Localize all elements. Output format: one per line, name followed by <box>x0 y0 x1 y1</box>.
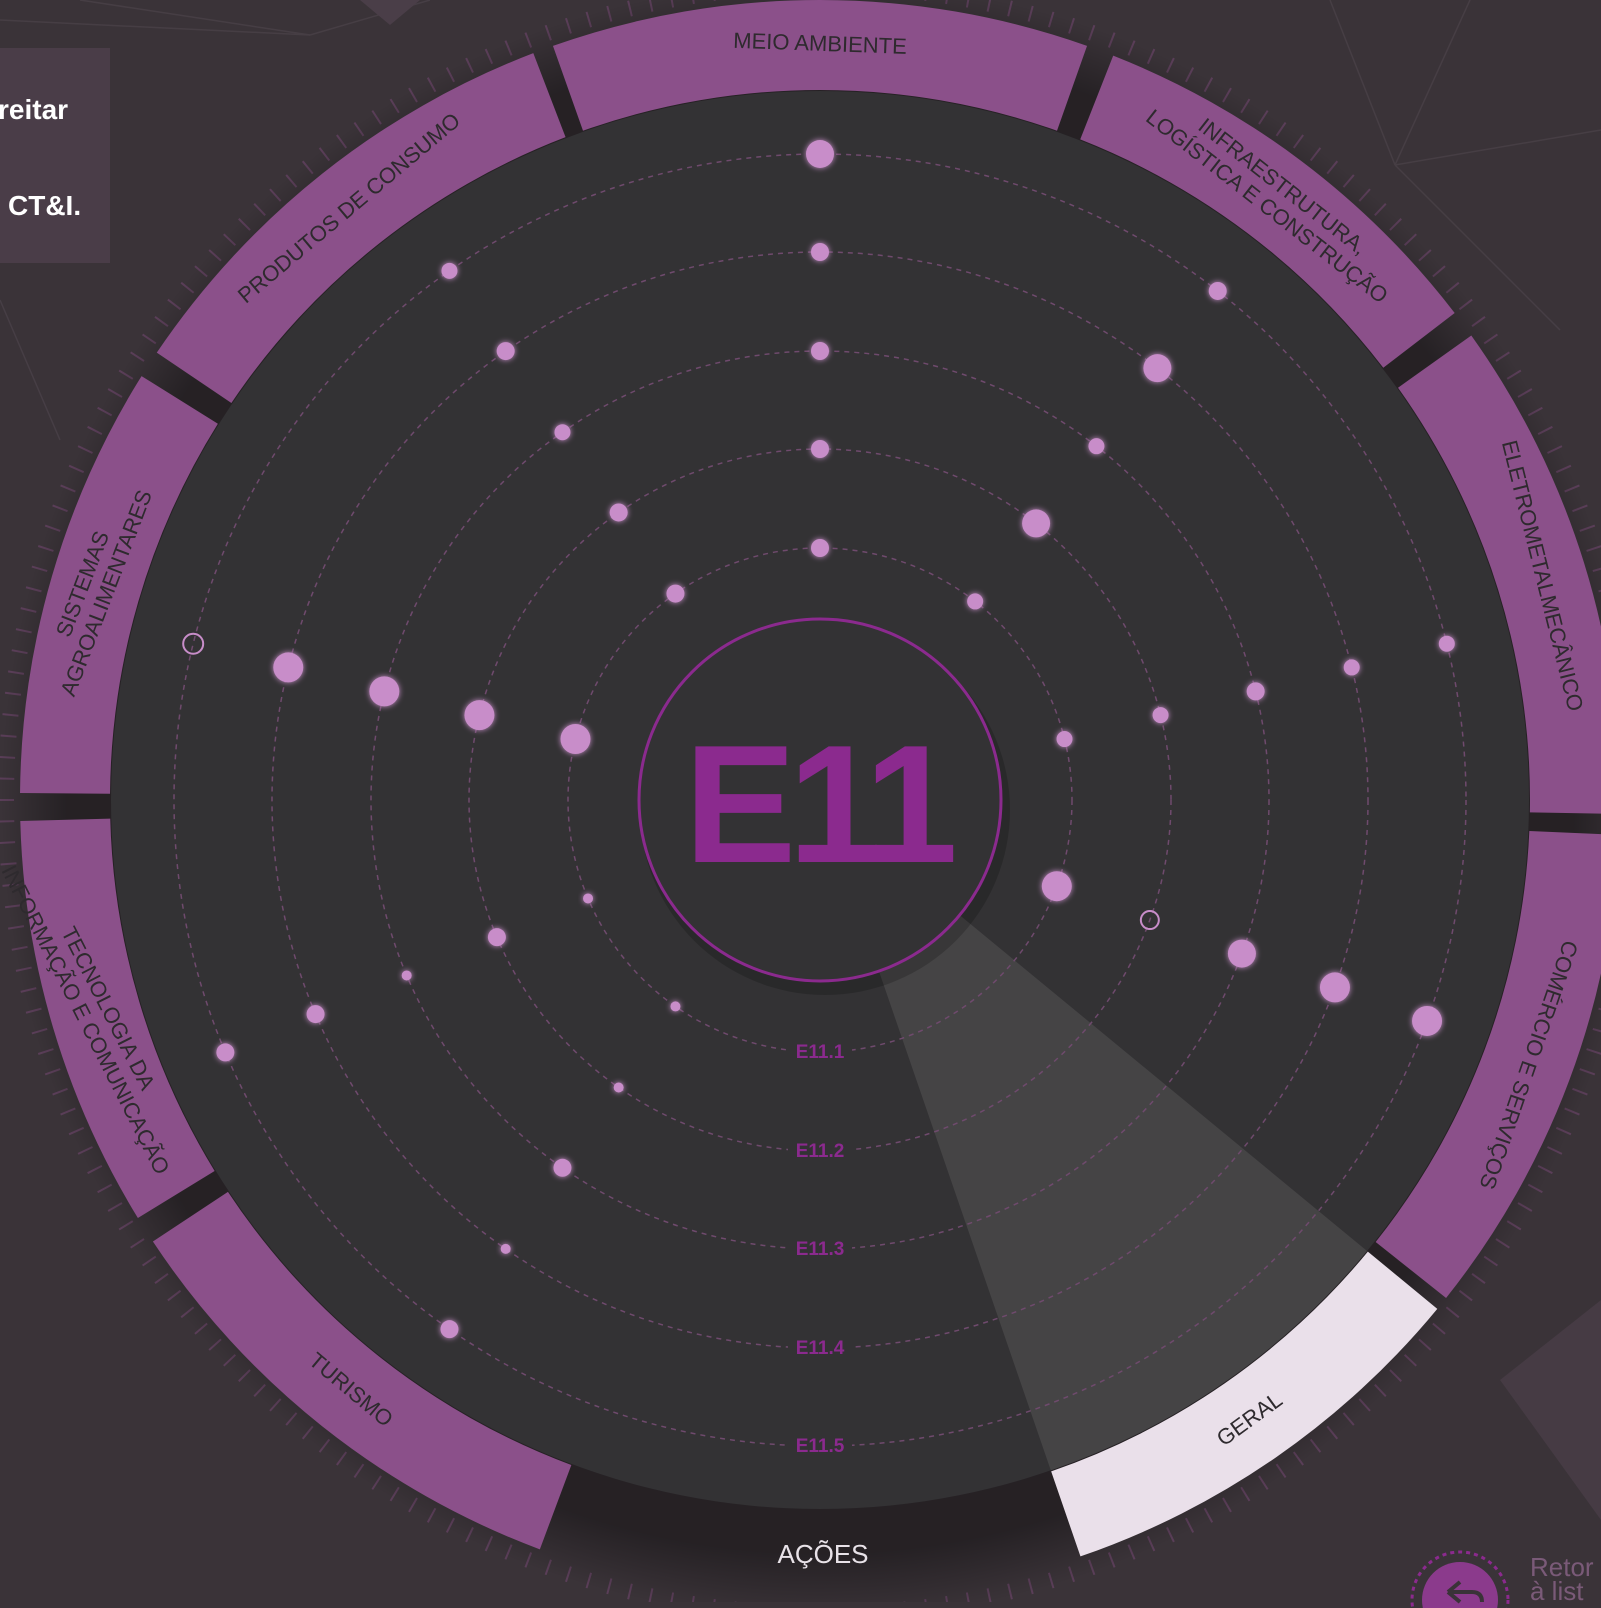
back-button[interactable] <box>1410 1548 1510 1608</box>
data-dot[interactable] <box>583 893 593 903</box>
ring-label: E11.1 <box>796 1042 845 1063</box>
back-link-line2: à list <box>1530 1579 1594 1603</box>
ring-label: E11.3 <box>796 1239 845 1260</box>
data-dot[interactable] <box>670 1001 680 1011</box>
data-dot[interactable] <box>497 342 515 360</box>
data-dot[interactable] <box>501 1244 511 1254</box>
data-dot[interactable] <box>273 652 303 682</box>
data-dot[interactable] <box>1412 1006 1442 1036</box>
ring-label: E11.5 <box>796 1436 845 1457</box>
data-dot[interactable] <box>1042 871 1072 901</box>
bottom-label-acoes: AÇÕES <box>777 1539 868 1569</box>
data-dot[interactable] <box>811 243 829 261</box>
data-dot[interactable] <box>1344 659 1360 675</box>
ring-label: E11.4 <box>796 1338 845 1359</box>
data-dot[interactable] <box>806 140 834 168</box>
data-dot[interactable] <box>967 593 983 609</box>
data-dot[interactable] <box>666 585 684 603</box>
data-dot[interactable] <box>1439 636 1455 652</box>
data-dot[interactable] <box>1247 682 1265 700</box>
data-dot[interactable] <box>369 676 399 706</box>
data-dot[interactable] <box>1143 354 1171 382</box>
data-dot[interactable] <box>811 440 829 458</box>
data-dot[interactable] <box>811 539 829 557</box>
data-dot[interactable] <box>1228 940 1256 968</box>
data-dot[interactable] <box>402 970 412 980</box>
data-dot[interactable] <box>488 928 506 946</box>
data-dot[interactable] <box>1057 731 1073 747</box>
data-dot[interactable] <box>1022 509 1050 537</box>
data-dot[interactable] <box>441 263 457 279</box>
data-dot[interactable] <box>1153 707 1169 723</box>
data-dot[interactable] <box>811 342 829 360</box>
back-to-list-link[interactable]: Retor à list <box>1530 1555 1594 1603</box>
data-dot[interactable] <box>610 503 628 521</box>
data-dot[interactable] <box>216 1043 234 1061</box>
radar-chart: MEIO AMBIENTEINFRAESTRUTURA,LOGÍSTICA E … <box>0 0 1601 1602</box>
data-dot[interactable] <box>553 1159 571 1177</box>
data-dot[interactable] <box>554 424 570 440</box>
data-dot[interactable] <box>1320 972 1350 1002</box>
center-label: E11 <box>684 710 953 898</box>
data-dot[interactable] <box>1209 282 1227 300</box>
data-dot[interactable] <box>464 700 494 730</box>
data-dot[interactable] <box>1088 438 1104 454</box>
data-dot[interactable] <box>307 1005 325 1023</box>
data-dot[interactable] <box>560 724 590 754</box>
data-dot[interactable] <box>614 1083 624 1093</box>
data-dot[interactable] <box>440 1320 458 1338</box>
ring-label: E11.2 <box>796 1141 845 1162</box>
